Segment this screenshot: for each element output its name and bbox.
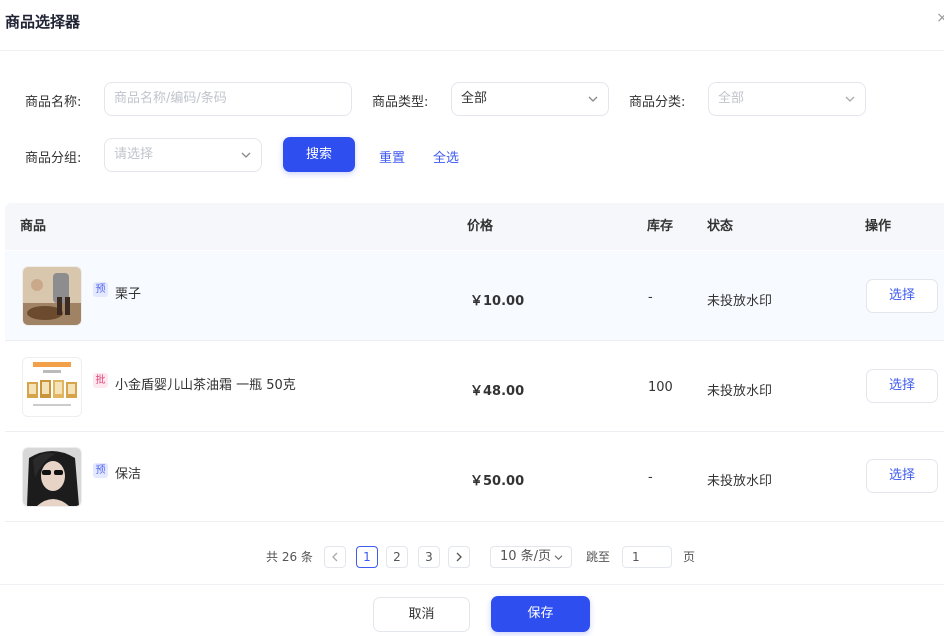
type-filter-label: 商品类型: [372,95,429,110]
header-action: 操作 [865,219,892,234]
category-filter-label: 商品分类: [629,95,686,110]
header-stock: 库存 [647,219,674,234]
product-status: 未投放水印 [707,384,773,399]
chevron-right-icon [456,552,462,562]
category-select[interactable]: 全部 [708,82,866,116]
presale-tag: 预 [93,282,108,297]
footer-divider [0,584,944,585]
product-image-cream [23,358,81,416]
product-thumbnail [22,266,82,326]
table-row: 预 栗子 ￥10.00 - 未投放水印 选择 [5,251,944,341]
product-price: ￥50.00 [470,474,525,489]
pagination-total: 共 26 条 [266,550,313,564]
cancel-button[interactable]: 取消 [373,597,470,632]
category-select-value: 全部 [718,91,745,106]
group-select[interactable]: 请选择 [104,138,262,172]
product-stock: 100 [648,380,673,395]
group-select-placeholder: 请选择 [114,147,154,162]
type-select[interactable]: 全部 [451,82,609,116]
product-name: 小金盾婴儿山茶油霜 一瓶 50克 [115,378,296,393]
jump-page-input[interactable]: 1 [622,546,672,568]
product-thumbnail [22,357,82,417]
select-button[interactable]: 选择 [866,459,938,493]
prev-page-button[interactable] [324,546,346,568]
header-product: 商品 [20,219,47,234]
jump-label: 跳至 [586,550,611,564]
product-image-chestnut [23,267,81,325]
reset-link[interactable]: 重置 [379,147,405,166]
batch-tag: 批 [93,373,108,388]
product-name: 栗子 [115,287,142,302]
chevron-down-icon [845,96,855,102]
page-size-select[interactable]: 10 条/页 [490,546,572,568]
select-button[interactable]: 选择 [866,369,938,403]
select-button[interactable]: 选择 [866,279,938,313]
product-status: 未投放水印 [707,294,773,309]
chevron-down-icon [241,152,251,158]
header-price: 价格 [467,219,494,234]
name-filter-label: 商品名称: [25,95,82,110]
page-1-button[interactable]: 1 [356,546,378,568]
group-filter-label: 商品分组: [25,151,82,166]
page-2-button[interactable]: 2 [386,546,408,568]
product-stock: - [648,290,653,305]
page-size-value: 10 条/页 [500,549,552,564]
page-unit-label: 页 [683,550,696,564]
table-row: 批 小金盾婴儿山茶油霜 一瓶 50克 ￥48.00 100 未投放水印 选择 [5,342,944,432]
presale-tag: 预 [93,463,108,478]
product-image-portrait [23,448,81,506]
table-header: 商品 价格 库存 状态 操作 [5,203,944,250]
chevron-down-icon [554,555,563,561]
next-page-button[interactable] [448,546,470,568]
header-divider [0,50,944,51]
page-3-button[interactable]: 3 [418,546,440,568]
select-all-link[interactable]: 全选 [433,147,459,166]
type-select-value: 全部 [461,91,488,106]
table-row: 预 保洁 ￥50.00 - 未投放水印 选择 [5,432,944,522]
product-thumbnail [22,447,82,507]
product-stock: - [648,470,653,485]
chevron-down-icon [588,96,598,102]
product-price: ￥10.00 [470,294,525,309]
product-name: 保洁 [115,467,142,482]
header-status: 状态 [707,219,734,234]
search-button[interactable]: 搜索 [283,137,355,172]
chevron-left-icon [332,552,338,562]
product-status: 未投放水印 [707,474,773,489]
save-button[interactable]: 保存 [491,596,590,632]
product-price: ￥48.00 [470,384,525,399]
dialog-title: 商品选择器 [5,13,81,31]
name-search-input[interactable]: 商品名称/编码/条码 [104,82,352,116]
close-icon[interactable]: × [936,10,944,26]
